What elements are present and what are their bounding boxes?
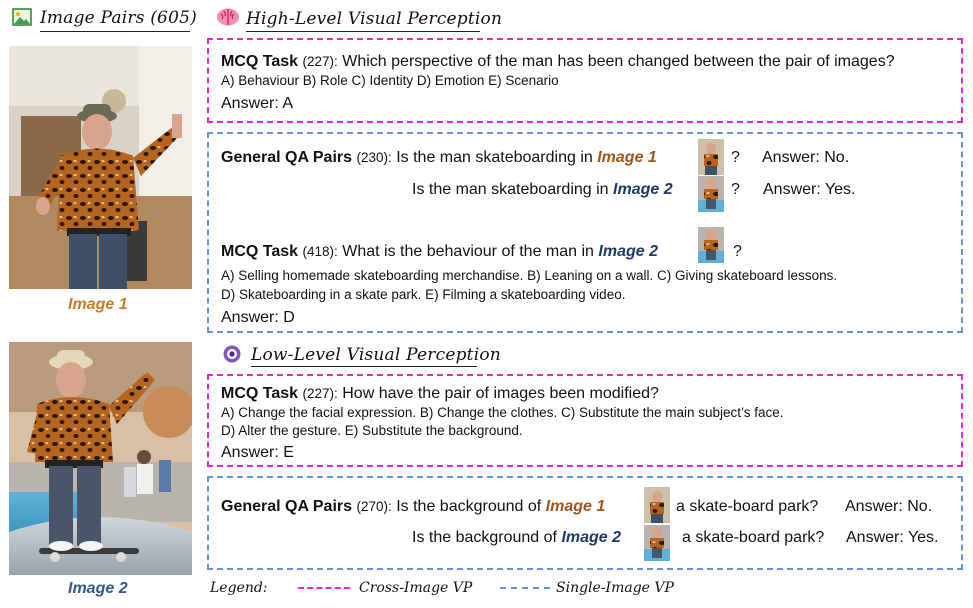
image-1-thumbnail <box>698 139 724 175</box>
low-gqa-q1-answer: Answer: No. <box>845 498 933 515</box>
mcq2-count: (418): <box>302 244 338 259</box>
low-mcq-answer: Answer: E <box>221 444 294 461</box>
mcq2-question: What is the behaviour of the man in <box>342 243 594 260</box>
image-pairs-title: Image Pairs (605) <box>40 8 197 28</box>
image-2-ref: Image 2 <box>613 181 673 198</box>
mcq-question: Which perspective of the man has been ch… <box>342 53 895 70</box>
high-gqa-q1-answer: Answer: No. <box>762 149 850 166</box>
high-gqa-line-2: Is the man skateboarding in Image 2 <box>412 181 673 199</box>
high-mcq-question-line: MCQ Task (227): Which perspective of the… <box>221 53 895 71</box>
high-gqa-q2-mark: ? <box>731 181 740 198</box>
low-single-box <box>207 476 963 570</box>
high-mcq2-mark: ? <box>733 243 742 260</box>
high-level-title: High-Level Visual Perception <box>246 9 503 29</box>
low-gqa-line-1: General QA Pairs (270): Is the backgroun… <box>221 498 605 516</box>
legend-cross-line <box>298 587 350 589</box>
high-gqa-q1-mark: ? <box>731 149 740 166</box>
image-2-ref: Image 2 <box>598 243 658 260</box>
high-mcq-options: A) Behaviour B) Role C) Identity D) Emot… <box>221 73 559 88</box>
low-gqa-count: (270): <box>356 499 392 514</box>
low-gqa-q2: Is the background of <box>412 529 557 546</box>
mcq2-label: MCQ Task <box>221 243 299 260</box>
gqa-q2: Is the man skateboarding in <box>412 181 609 198</box>
low-level-title: Low-Level Visual Perception <box>251 345 501 365</box>
mcq-task-label: MCQ Task <box>221 53 299 70</box>
low-gqa-q2-answer: Answer: Yes. <box>846 529 939 546</box>
low-gqa-q1-suffix: a skate-board park? <box>676 498 819 515</box>
image-2-ref: Image 2 <box>561 529 622 546</box>
low-mcq-options-1: A) Change the facial expression. B) Chan… <box>221 405 784 420</box>
low-gqa-label: General QA Pairs <box>221 498 353 515</box>
image-1-ref: Image 1 <box>545 498 606 515</box>
image-1-photo <box>9 46 192 289</box>
image-2-thumbnail <box>644 525 670 561</box>
legend-cross-label: Cross-Image VP <box>359 580 473 596</box>
high-gqa-q2-answer: Answer: Yes. <box>763 181 856 198</box>
low-gqa-q1: Is the background of <box>396 498 542 515</box>
legend-single-line <box>500 587 550 589</box>
high-mcq2-options-2: D) Skateboarding in a skate park. E) Fil… <box>221 287 626 302</box>
legend-single-label: Single-Image VP <box>556 580 674 596</box>
low-mcq-count: (227): <box>302 386 338 401</box>
low-gqa-line-2: Is the background of Image 2 <box>412 529 621 547</box>
high-mcq-answer: Answer: A <box>221 95 294 112</box>
low-mcq-label: MCQ Task <box>221 385 299 402</box>
mcq-count: (227): <box>302 54 338 69</box>
low-mcq-question-line: MCQ Task (227): How have the pair of ima… <box>221 385 659 403</box>
low-mcq-question: How have the pair of images been modifie… <box>342 385 659 402</box>
brain-icon <box>216 7 240 27</box>
image-2-photo <box>9 342 192 575</box>
image-2-thumbnail <box>698 176 724 212</box>
eye-icon <box>220 345 244 363</box>
legend-label: Legend: <box>210 580 268 596</box>
gqa-q1: Is the man skateboarding in <box>396 149 593 166</box>
low-mcq-options-2: D) Alter the gesture. E) Substitute the … <box>221 423 523 438</box>
high-gqa-line-1: General QA Pairs (230): Is the man skate… <box>221 149 657 167</box>
gqa-label: General QA Pairs <box>221 149 353 166</box>
high-mcq2-question-line: MCQ Task (418): What is the behaviour of… <box>221 243 658 261</box>
image-2-thumbnail <box>698 227 724 263</box>
picture-icon <box>12 8 32 26</box>
high-mcq2-answer: Answer: D <box>221 309 295 326</box>
image-1-caption: Image 1 <box>68 296 128 313</box>
high-mcq2-options-1: A) Selling homemade skateboarding mercha… <box>221 268 838 283</box>
image-1-ref: Image 1 <box>597 149 657 166</box>
gqa-count: (230): <box>356 150 392 165</box>
image-1-thumbnail <box>644 487 670 523</box>
low-gqa-q2-suffix: a skate-board park? <box>682 529 825 546</box>
image-2-caption: Image 2 <box>68 580 128 597</box>
